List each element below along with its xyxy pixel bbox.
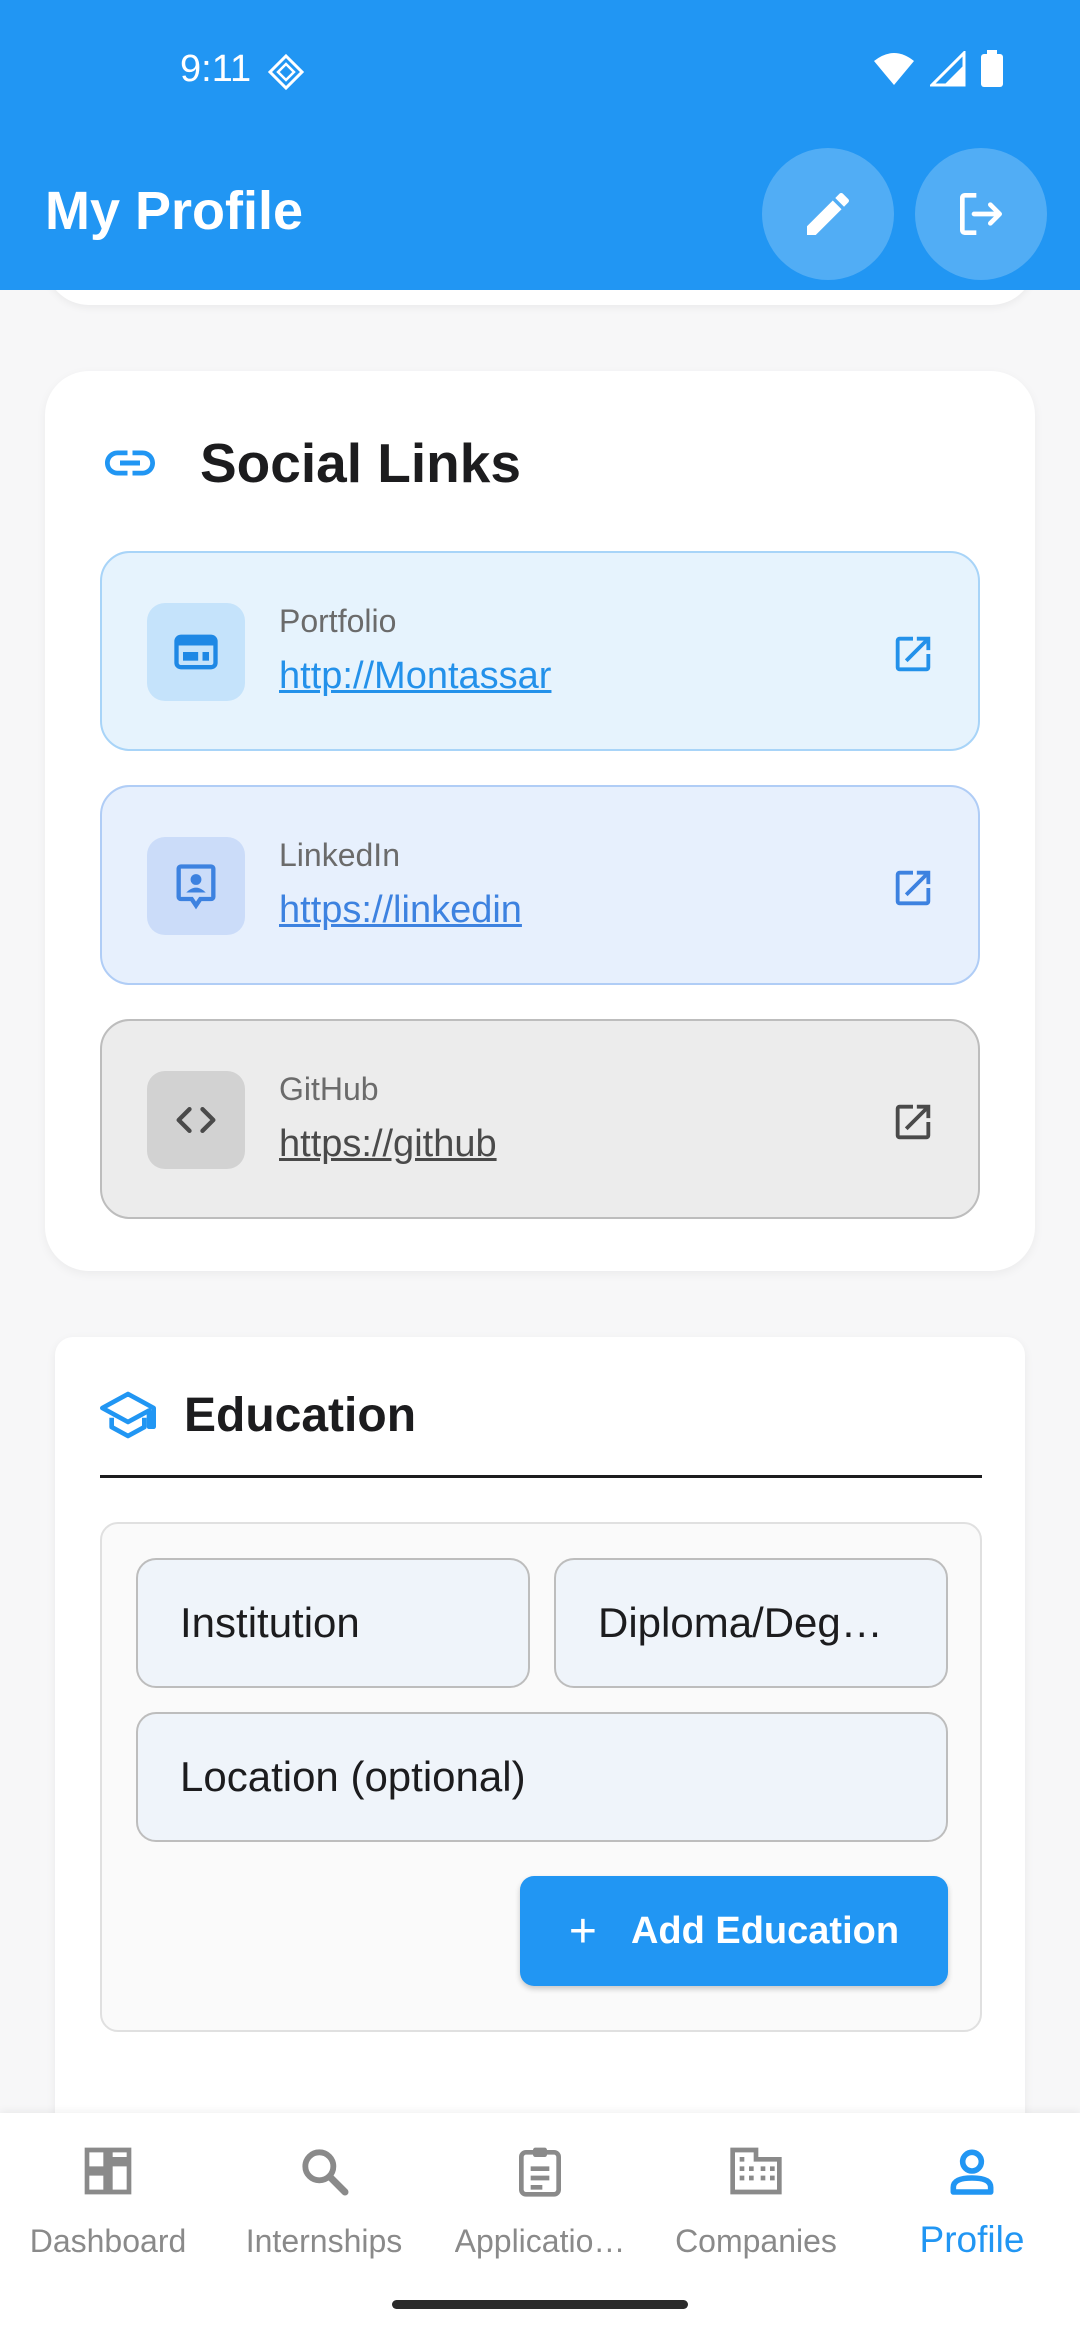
institution-field[interactable]: Institution [136, 1558, 530, 1688]
location-field[interactable]: Location (optional) [136, 1712, 948, 1842]
nav-item-applications[interactable]: Applicatio… [432, 2141, 648, 2301]
github-label: GitHub [279, 1071, 379, 1107]
web-icon [174, 634, 218, 670]
status-bar: 9:11 [0, 0, 1080, 140]
social-links-header: Social Links [100, 431, 521, 495]
portfolio-icon-box [147, 603, 245, 701]
education-header: Education [100, 1387, 416, 1443]
graduation-cap-icon [100, 1391, 156, 1439]
education-card: Education Institution Diploma/Deg… Locat… [55, 1337, 1025, 2113]
portfolio-url[interactable]: http://Montassar [279, 655, 551, 698]
wifi-icon [874, 53, 914, 85]
add-education-button[interactable]: + Add Education [520, 1876, 948, 1986]
linkedin-link-item[interactable]: LinkedIn https://linkedin [100, 785, 980, 985]
open-external-icon[interactable] [890, 865, 936, 911]
dashboard-icon [78, 2141, 138, 2201]
portfolio-label: Portfolio [279, 603, 397, 639]
nav-item-internships[interactable]: Internships [216, 2141, 432, 2301]
battery-icon [981, 50, 1003, 87]
github-icon-box [147, 1071, 245, 1169]
pencil-icon [807, 192, 849, 235]
open-external-icon[interactable] [890, 1099, 936, 1145]
nav-item-dashboard[interactable]: Dashboard [0, 2141, 216, 2301]
code-icon [176, 1107, 216, 1133]
previous-card-bottom [45, 290, 1035, 305]
education-title: Education [184, 1388, 417, 1442]
nav-item-profile[interactable]: Profile [864, 2141, 1080, 2301]
home-indicator[interactable] [392, 2300, 688, 2309]
logout-icon [960, 193, 1002, 235]
linkedin-label: LinkedIn [279, 837, 400, 873]
linkedin-url[interactable]: https://linkedin [279, 889, 522, 932]
linkedin-icon-box [147, 837, 245, 935]
sim-icon [267, 53, 305, 91]
nav-label-profile: Profile [919, 2219, 1025, 2260]
portfolio-link-item[interactable]: Portfolio http://Montassar [100, 551, 980, 751]
status-icons [872, 50, 1004, 88]
github-link-item[interactable]: GitHub https://github [100, 1019, 980, 1219]
nav-label-applications: Applicatio… [454, 2223, 626, 2259]
search-icon [294, 2141, 354, 2201]
status-time: 9:11 [180, 48, 252, 90]
logout-button[interactable] [915, 148, 1047, 280]
edit-profile-button[interactable] [762, 148, 894, 280]
github-url[interactable]: https://github [279, 1123, 497, 1166]
nav-item-companies[interactable]: Companies [648, 2141, 864, 2301]
add-education-label: Add Education [630, 1909, 900, 1952]
open-external-icon[interactable] [890, 631, 936, 677]
clipboard-icon [510, 2141, 570, 2201]
plus-icon: + [568, 1904, 597, 1958]
nav-label-companies: Companies [675, 2223, 837, 2259]
nav-label-internships: Internships [245, 2223, 403, 2259]
diploma-field[interactable]: Diploma/Deg… [554, 1558, 948, 1688]
social-links-title: Social Links [200, 432, 521, 494]
education-divider [100, 1475, 982, 1478]
profile-scroll-content[interactable]: Social Links Portfolio http://Montassar [0, 290, 1080, 2113]
nav-label-dashboard: Dashboard [29, 2223, 187, 2259]
social-links-card: Social Links Portfolio http://Montassar [45, 371, 1035, 1271]
education-form: Institution Diploma/Deg… Location (optio… [100, 1522, 982, 2032]
contact-card-icon [176, 864, 216, 910]
page-title: My Profile [45, 181, 304, 241]
link-icon [105, 450, 155, 476]
signal-icon [930, 51, 966, 87]
app-header: 9:11 My Profile [0, 0, 1080, 290]
person-icon [942, 2141, 1002, 2201]
building-icon [726, 2141, 786, 2201]
